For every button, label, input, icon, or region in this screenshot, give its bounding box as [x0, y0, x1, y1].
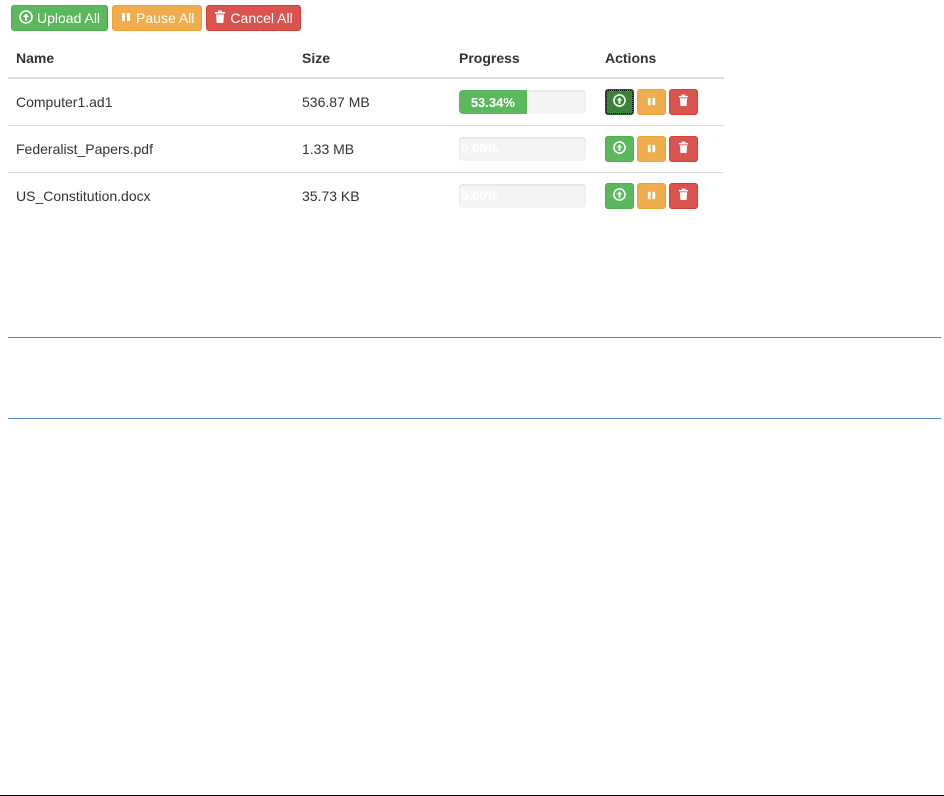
- progress-label: 0.00%: [461, 188, 498, 203]
- pause-icon: [646, 94, 657, 110]
- cancel-file-button[interactable]: [669, 89, 698, 115]
- file-size: 35.73 KB: [302, 188, 360, 204]
- toolbar: Upload All Pause All Cancel All: [11, 5, 301, 31]
- pause-file-button[interactable]: [637, 136, 666, 162]
- circle-arrow-up-icon: [613, 94, 626, 110]
- trash-icon: [214, 10, 226, 27]
- column-header-size: Size: [294, 38, 451, 79]
- actions-cell: [597, 173, 724, 220]
- column-header-name: Name: [8, 38, 294, 79]
- progress-bar-fill: 53.34%: [459, 90, 527, 114]
- table-header-row: Name Size Progress Actions: [8, 38, 724, 79]
- file-name: US_Constitution.docx: [16, 188, 151, 204]
- actions-cell: [597, 125, 724, 173]
- divider-line: [8, 337, 941, 338]
- trash-icon: [678, 141, 689, 157]
- trash-icon: [678, 188, 689, 204]
- pause-icon: [646, 141, 657, 157]
- progress-bar-track: 53.34%: [459, 90, 586, 114]
- column-header-progress: Progress: [451, 38, 597, 79]
- row-actions: [605, 136, 724, 162]
- table-row: Computer1.ad1 536.87 MB 53.34%: [8, 78, 724, 126]
- cancel-all-label: Cancel All: [230, 10, 293, 26]
- circle-arrow-up-icon: [19, 9, 33, 27]
- cancel-all-button[interactable]: Cancel All: [206, 5, 301, 31]
- upload-file-button[interactable]: [605, 183, 634, 209]
- progress-label: 0.00%: [461, 141, 498, 156]
- circle-arrow-up-icon: [613, 141, 626, 157]
- progress-cell: 53.34%: [451, 78, 597, 126]
- pause-all-button[interactable]: Pause All: [112, 5, 203, 31]
- row-actions: [605, 183, 724, 209]
- actions-cell: [597, 78, 724, 126]
- progress-cell: 0.00%: [451, 125, 597, 173]
- table-row: US_Constitution.docx 35.73 KB 0.00%: [8, 173, 724, 220]
- cancel-file-button[interactable]: [669, 136, 698, 162]
- cancel-file-button[interactable]: [669, 183, 698, 209]
- upload-all-button[interactable]: Upload All: [11, 5, 109, 31]
- column-header-actions: Actions: [597, 38, 724, 79]
- progress-bar-track: 0.00%: [459, 137, 586, 161]
- pause-file-button[interactable]: [637, 89, 666, 115]
- file-size: 1.33 MB: [294, 125, 451, 173]
- pause-icon: [646, 188, 657, 204]
- table-row: Federalist_Papers.pdf 1.33 MB 0.00%: [8, 125, 724, 173]
- upload-file-button[interactable]: [605, 89, 634, 115]
- progress-bar-track: 0.00%: [459, 184, 586, 208]
- trash-icon: [678, 94, 689, 110]
- file-name: Computer1.ad1: [8, 78, 294, 126]
- pause-icon: [120, 10, 132, 26]
- upload-file-button[interactable]: [605, 136, 634, 162]
- pause-all-label: Pause All: [136, 10, 195, 26]
- file-name: Federalist_Papers.pdf: [8, 125, 294, 173]
- row-actions: [605, 89, 724, 115]
- circle-arrow-up-icon: [613, 188, 626, 204]
- upload-all-label: Upload All: [37, 10, 101, 26]
- upload-table: Name Size Progress Actions Computer1.ad1…: [8, 38, 724, 219]
- file-size: 536.87 MB: [294, 78, 451, 126]
- pause-file-button[interactable]: [637, 183, 666, 209]
- progress-cell: 0.00%: [451, 173, 597, 220]
- divider-line: [8, 418, 941, 419]
